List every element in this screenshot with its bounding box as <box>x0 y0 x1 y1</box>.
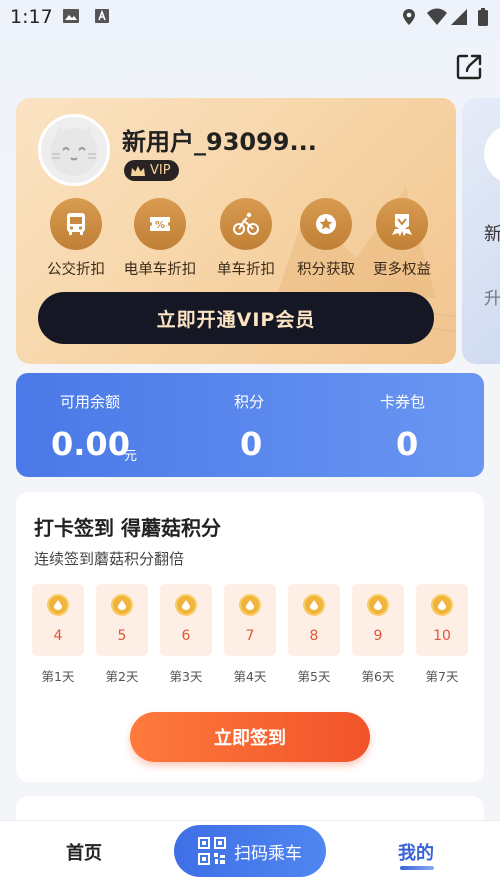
perk-bicycle-discount[interactable]: 单车折扣 <box>204 198 288 279</box>
a-icon <box>95 9 109 23</box>
checkin-points: 6 <box>181 628 191 644</box>
wifi-icon <box>427 8 447 25</box>
nav-home[interactable]: 首页 <box>66 839 102 865</box>
checkin-points: 5 <box>117 628 127 644</box>
nav-active-indicator <box>400 866 434 870</box>
perk-ebike-discount[interactable]: % 电单车折扣 <box>118 198 202 279</box>
coupon-icon: % <box>134 198 186 250</box>
coupon-wallet-label: 卡券包 <box>380 393 426 411</box>
checkin-day-label: 第5天 <box>297 669 331 684</box>
checkin-day: 4 第1天 <box>32 584 84 685</box>
next-card-subtitle: 升 <box>484 289 500 309</box>
checkin-day-label: 第1天 <box>41 669 75 684</box>
vip-badge-label: VIP <box>150 163 171 178</box>
bottom-nav: 首页 扫码乘车 我的 <box>0 820 500 888</box>
image-icon <box>63 9 79 23</box>
points-label: 积分 <box>234 393 265 411</box>
cat-avatar-icon <box>50 126 98 176</box>
checkin-day: 9 第6天 <box>352 584 404 685</box>
share-icon[interactable] <box>454 52 484 82</box>
perk-bus-discount[interactable]: 公交折扣 <box>34 198 118 279</box>
available-balance-unit: 元 <box>124 449 138 464</box>
checkin-points: 4 <box>53 628 63 644</box>
coin-icon <box>431 594 453 616</box>
svg-text:%: % <box>155 220 165 231</box>
nav-mine[interactable]: 我的 <box>398 839 434 865</box>
perk-points[interactable]: 积分获取 <box>284 198 368 279</box>
vip-card: 新用户_93099... VIP 公交折扣 % 电单车折扣 单车折扣 积分获取 … <box>16 98 456 364</box>
checkin-subtitle: 连续签到蘑菇积分翻倍 <box>34 550 185 568</box>
crown-icon <box>131 165 145 176</box>
username: 新用户_93099... <box>122 128 317 156</box>
checkin-day: 10 第7天 <box>416 584 468 685</box>
scan-ride-button[interactable]: 扫码乘车 <box>174 825 326 877</box>
more-rights-icon <box>376 198 428 250</box>
perk-more-rights[interactable]: 更多权益 <box>360 198 444 279</box>
bus-icon <box>50 198 102 250</box>
bicycle-icon <box>220 198 272 250</box>
avatar[interactable] <box>38 114 110 186</box>
coin-icon <box>111 594 133 616</box>
checkin-day: 5 第2天 <box>96 584 148 685</box>
checkin-day: 7 第4天 <box>224 584 276 685</box>
checkin-points: 8 <box>309 628 319 644</box>
status-bar: 1:17 <box>0 0 500 34</box>
coin-icon <box>303 594 325 616</box>
checkin-card: 打卡签到 得蘑菇积分 连续签到蘑菇积分翻倍 4 第1天 5 第2天 6 第3天 … <box>16 492 484 782</box>
scan-ride-label: 扫码乘车 <box>234 843 302 864</box>
battery-icon <box>478 8 488 26</box>
checkin-title: 打卡签到 得蘑菇积分 <box>34 516 221 540</box>
coin-icon <box>367 594 389 616</box>
coin-icon <box>47 594 69 616</box>
checkin-points: 7 <box>245 628 255 644</box>
qr-code-icon <box>198 837 226 865</box>
checkin-points: 9 <box>373 628 383 644</box>
next-membership-card[interactable]: 新 升 <box>462 98 500 364</box>
available-balance-label: 可用余额 <box>60 393 121 411</box>
checkin-day-label: 第3天 <box>169 669 203 684</box>
status-time: 1:17 <box>10 6 53 28</box>
vip-badge: VIP <box>124 160 179 181</box>
perk-label: 电单车折扣 <box>123 262 197 278</box>
checkin-day-label: 第4天 <box>233 669 267 684</box>
points-value: 0 <box>240 425 263 463</box>
perk-label: 积分获取 <box>297 262 355 278</box>
coin-icon <box>175 594 197 616</box>
perk-label: 单车折扣 <box>217 262 275 278</box>
sign-in-button[interactable]: 立即签到 <box>130 712 370 762</box>
coin-icon <box>239 594 261 616</box>
star-icon <box>300 198 352 250</box>
coupon-wallet-value: 0 <box>396 425 419 463</box>
signal-icon <box>451 9 467 25</box>
open-vip-button[interactable]: 立即开通VIP会员 <box>38 292 434 344</box>
available-balance-value: 0.00 <box>51 425 130 463</box>
checkin-day: 6 第3天 <box>160 584 212 685</box>
checkin-day: 8 第5天 <box>288 584 340 685</box>
checkin-day-label: 第2天 <box>105 669 139 684</box>
next-card-avatar <box>484 124 500 184</box>
perk-label: 公交折扣 <box>47 262 105 278</box>
location-icon <box>403 9 415 25</box>
checkin-points: 10 <box>433 628 451 644</box>
perks-row: 公交折扣 % 电单车折扣 单车折扣 积分获取 更多权益 <box>34 198 444 282</box>
checkin-day-label: 第7天 <box>425 669 459 684</box>
balance-card: 可用余额 0.00 元 积分 0 卡券包 0 <box>16 373 484 477</box>
next-card-title: 新 <box>484 224 500 245</box>
checkin-day-label: 第6天 <box>361 669 395 684</box>
perk-label: 更多权益 <box>373 262 431 278</box>
